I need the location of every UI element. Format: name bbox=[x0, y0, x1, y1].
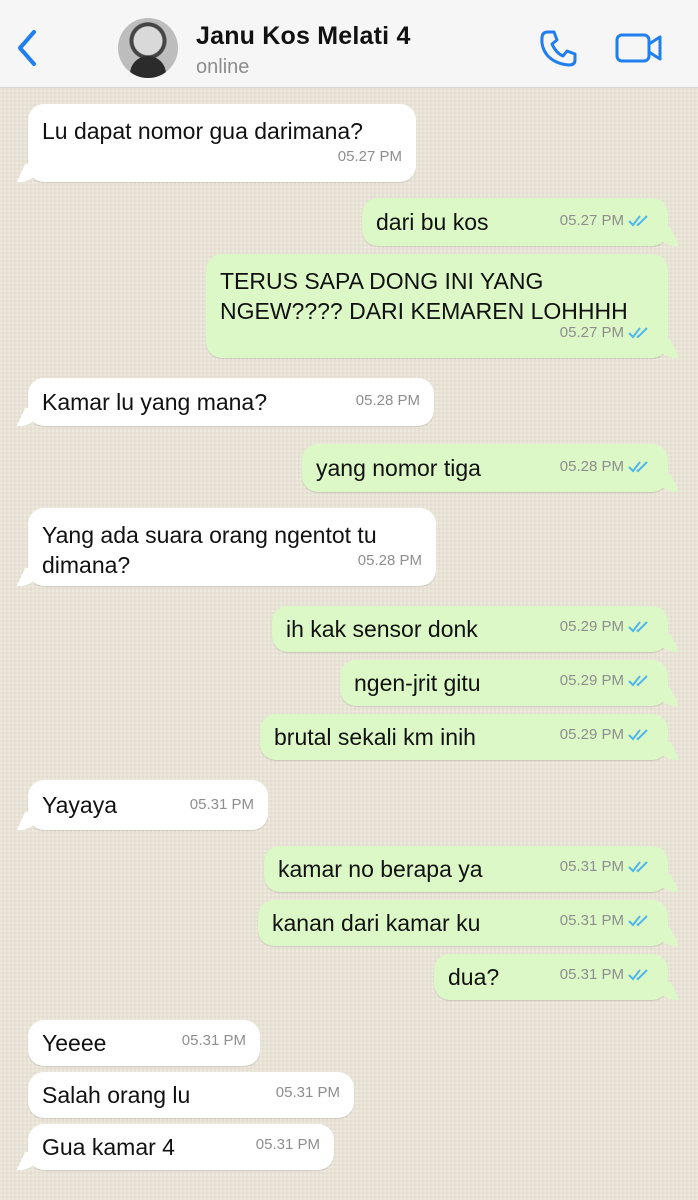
video-camera-icon bbox=[615, 33, 662, 63]
read-ticks-icon bbox=[628, 327, 648, 339]
message-meta: 05.27 PM bbox=[560, 318, 654, 348]
contact-name[interactable]: Janu Kos Melati 4 bbox=[196, 22, 411, 51]
read-ticks-icon bbox=[628, 915, 648, 927]
message-time: 05.27 PM bbox=[559, 212, 624, 229]
message-time: 05.31 PM bbox=[181, 1032, 246, 1049]
message-meta: 05.31 PM bbox=[190, 790, 254, 820]
video-call-button[interactable] bbox=[614, 30, 664, 66]
read-ticks-icon bbox=[628, 861, 648, 873]
message-time: 05.31 PM bbox=[559, 912, 624, 929]
message-meta: 05.29 PM bbox=[560, 720, 654, 750]
message-meta: 05.31 PM bbox=[560, 960, 654, 990]
chevron-left-icon bbox=[18, 30, 36, 66]
message-time: 05.31 PM bbox=[275, 1084, 340, 1101]
message-outgoing[interactable]: dua? 05.31 PM bbox=[434, 954, 668, 1000]
message-time: 05.29 PM bbox=[559, 726, 624, 743]
message-incoming[interactable]: Yeeee 05.31 PM bbox=[28, 1020, 260, 1066]
message-meta: 05.28 PM bbox=[358, 546, 422, 576]
message-meta: 05.31 PM bbox=[256, 1130, 320, 1160]
message-time: 05.27 PM bbox=[559, 324, 624, 341]
message-incoming[interactable]: Lu dapat nomor gua darimana? 05.27 PM bbox=[28, 104, 416, 182]
message-time: 05.31 PM bbox=[255, 1136, 320, 1153]
contact-status: online bbox=[196, 56, 250, 78]
message-outgoing[interactable]: kanan dari kamar ku 05.31 PM bbox=[258, 900, 668, 946]
message-incoming[interactable]: Yang ada suara orang ngentot tu dimana? … bbox=[28, 508, 436, 586]
message-incoming[interactable]: Gua kamar 4 05.31 PM bbox=[28, 1124, 334, 1170]
message-incoming[interactable]: Salah orang lu 05.31 PM bbox=[28, 1072, 354, 1118]
message-incoming[interactable]: Kamar lu yang mana? 05.28 PM bbox=[28, 378, 434, 426]
message-meta: 05.27 PM bbox=[338, 142, 402, 172]
read-ticks-icon bbox=[628, 215, 648, 227]
read-ticks-icon bbox=[628, 675, 648, 687]
message-meta: 05.27 PM bbox=[560, 206, 654, 236]
message-meta: 05.29 PM bbox=[560, 612, 654, 642]
message-time: 05.31 PM bbox=[559, 858, 624, 875]
message-meta: 05.28 PM bbox=[560, 452, 654, 482]
chat-header: Janu Kos Melati 4 online bbox=[0, 0, 698, 88]
avatar-figure bbox=[130, 56, 166, 78]
message-outgoing[interactable]: kamar no berapa ya 05.31 PM bbox=[264, 846, 668, 892]
message-time: 05.28 PM bbox=[559, 458, 624, 475]
contact-avatar[interactable] bbox=[118, 18, 178, 78]
message-time: 05.28 PM bbox=[357, 552, 422, 569]
phone-icon bbox=[540, 30, 577, 67]
message-meta: 05.29 PM bbox=[560, 666, 654, 696]
message-time: 05.27 PM bbox=[337, 148, 402, 165]
back-button[interactable] bbox=[10, 26, 46, 70]
message-outgoing[interactable]: yang nomor tiga 05.28 PM bbox=[302, 444, 668, 492]
message-meta: 05.28 PM bbox=[356, 386, 420, 416]
read-ticks-icon bbox=[628, 621, 648, 633]
voice-call-button[interactable] bbox=[538, 28, 578, 68]
message-time: 05.28 PM bbox=[355, 392, 420, 409]
message-incoming[interactable]: Yayaya 05.31 PM bbox=[28, 780, 268, 830]
message-time: 05.29 PM bbox=[559, 618, 624, 635]
message-meta: 05.31 PM bbox=[560, 852, 654, 882]
message-meta: 05.31 PM bbox=[276, 1078, 340, 1108]
message-outgoing[interactable]: ngen-jrit gitu 05.29 PM bbox=[340, 660, 668, 706]
message-meta: 05.31 PM bbox=[560, 906, 654, 936]
read-ticks-icon bbox=[628, 729, 648, 741]
message-outgoing[interactable]: ih kak sensor donk 05.29 PM bbox=[272, 606, 668, 652]
message-time: 05.31 PM bbox=[189, 796, 254, 813]
message-text: TERUS SAPA DONG INI YANG NGEW???? DARI K… bbox=[220, 268, 628, 324]
chat-area[interactable]: Lu dapat nomor gua darimana? 05.27 PM da… bbox=[0, 88, 698, 1200]
message-outgoing[interactable]: dari bu kos 05.27 PM bbox=[362, 198, 668, 246]
read-ticks-icon bbox=[628, 461, 648, 473]
message-time: 05.31 PM bbox=[559, 966, 624, 983]
read-ticks-icon bbox=[628, 969, 648, 981]
message-time: 05.29 PM bbox=[559, 672, 624, 689]
message-meta: 05.31 PM bbox=[182, 1026, 246, 1056]
message-outgoing[interactable]: brutal sekali km inih 05.29 PM bbox=[260, 714, 668, 760]
message-outgoing[interactable]: TERUS SAPA DONG INI YANG NGEW???? DARI K… bbox=[206, 254, 668, 358]
